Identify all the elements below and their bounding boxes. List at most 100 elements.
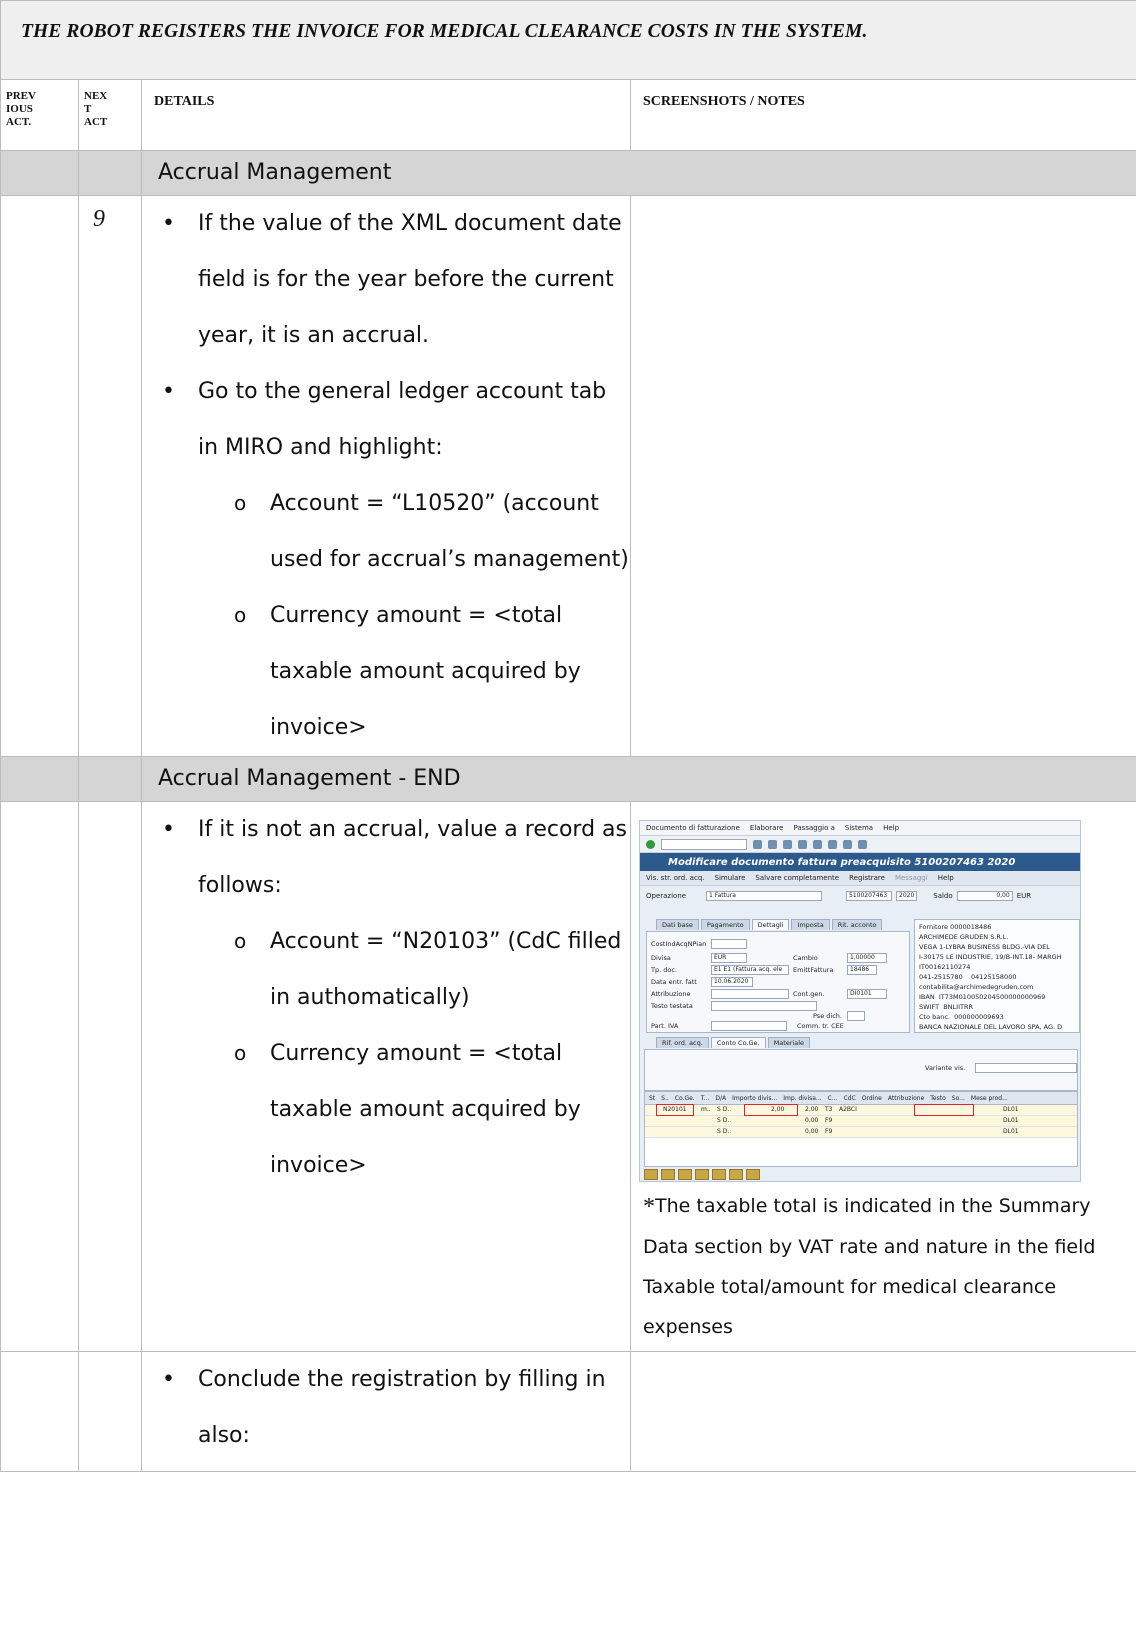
header-next-line-3: Act — [84, 116, 108, 128]
grid-cell: A2BCI — [839, 1106, 857, 1113]
bullet-accrual-condition: If the value of the XML document date fi… — [162, 196, 630, 364]
sap-label: Data entr. fatt — [651, 978, 697, 986]
grid-cell: 0,00 — [805, 1128, 819, 1135]
grid-col: St — [649, 1094, 656, 1102]
sap-field — [975, 1063, 1077, 1073]
sap-label: Cambio — [793, 954, 818, 962]
header-notes-label: Screenshots / Notes — [643, 94, 805, 109]
sap-label: Variante vis. — [925, 1064, 966, 1072]
grid-tool-icon — [695, 1169, 709, 1180]
sap-tab: Dettagli — [751, 919, 790, 930]
step-row-conclude: Conclude the registration by filling in … — [0, 1351, 1136, 1472]
grid-cell: DL01 — [1003, 1128, 1019, 1135]
sap-app-button: Help — [937, 874, 954, 882]
title-row: THE ROBOT REGISTERS THE INVOICE FOR MEDI… — [0, 0, 1136, 80]
header-details: Details — [141, 79, 631, 151]
grid-cell: 2,00 — [805, 1106, 819, 1113]
sap-field: DI0101 — [847, 989, 887, 999]
grid-row: S D.. 0,00 F9 DL01 — [645, 1116, 1077, 1127]
grid-col: D/A — [715, 1094, 727, 1102]
header-prev-line-1: Prev — [6, 90, 36, 102]
find-icon — [828, 839, 837, 849]
grid-cell: F9 — [825, 1128, 833, 1135]
sap-label: Testo testata — [651, 1002, 693, 1010]
sap-field: E1 E1 (Fattura acq. ele — [711, 965, 789, 975]
page-icon — [843, 839, 852, 849]
bullet-not-accrual: If it is not an accrual, value a record … — [162, 802, 630, 1194]
sap-field — [847, 1011, 865, 1021]
section-title-accrual-end: Accrual Management - END — [158, 766, 461, 791]
vendor-line: IT00162110274 — [919, 963, 971, 971]
grid-col: CdC — [843, 1094, 856, 1102]
grid-tool-icon — [661, 1169, 675, 1180]
grid-cell: T3 — [825, 1106, 833, 1113]
grid-tool-icon — [712, 1169, 726, 1180]
document-title: THE ROBOT REGISTERS THE INVOICE FOR MEDI… — [21, 21, 868, 42]
header-notes: Screenshots / Notes — [629, 79, 1136, 151]
sap-app-button: Vis. str. ord. acq. — [646, 874, 705, 882]
sap-tab: Imposta — [791, 919, 830, 930]
vendor-phone: 041-2515780 — [919, 973, 963, 981]
back-icon — [768, 839, 777, 849]
notes-cell-not-accrual: Documento di fatturazione Elaborare Pass… — [629, 801, 1136, 1352]
bullet-conclude: Conclude the registration by filling in … — [162, 1352, 630, 1464]
help-icon — [858, 839, 867, 849]
sap-variant-panel: Variante vis. — [644, 1049, 1078, 1091]
sap-menu-item: Sistema — [844, 824, 874, 832]
header-prev-line-3: Act. — [6, 116, 32, 128]
sap-grid-toolbar — [644, 1169, 760, 1180]
header-row: Prev ious Act. Nex t Act Details Screens… — [0, 79, 1136, 151]
sap-details-panel: CostIndAcqNPian Divisa EUR Cambio 1,0000… — [646, 931, 910, 1033]
bullet-gl-tab: Go to the general ledger account tab in … — [162, 364, 630, 756]
grid-col: Imp. divisa... — [783, 1094, 822, 1102]
sap-label: EmittFattura — [793, 966, 834, 974]
section-title-accrual: Accrual Management — [158, 160, 392, 185]
sap-app-button: Messaggi — [894, 874, 928, 882]
sap-field: 1 Fattura — [706, 891, 822, 901]
vendor-iban-label: IBAN — [919, 993, 935, 1001]
header-prev-line-2: ious — [6, 103, 33, 115]
sap-field: EUR — [711, 953, 747, 963]
sap-tab: Pagamento — [700, 919, 750, 930]
sub-bullet-currency-amount-2: Currency amount = <total taxable amount … — [234, 1025, 630, 1194]
highlight-attribution-box — [914, 1104, 974, 1116]
vendor-swift: BNLIITRR — [943, 1003, 973, 1011]
details-cell-accrual: If the value of the XML document date fi… — [141, 195, 631, 757]
sub-bullet-account-l10520: Account = “L10520” (account used for acc… — [234, 475, 630, 588]
note-text: The taxable total is indicated in the Su… — [643, 1195, 1096, 1338]
sap-label: Pse dich. — [813, 1012, 842, 1020]
sap-label: Part. IVA — [651, 1022, 679, 1030]
vendor-line: VEGA 1-LYBRA BUSINESS BLDG.-VIA DEL — [919, 943, 1050, 951]
step-number: 9 — [93, 206, 105, 232]
step-row-accrual: 9 If the value of the XML document date … — [0, 195, 1136, 757]
sap-label: Tp. doc. — [651, 966, 677, 974]
sap-field: 1,00000 — [847, 953, 887, 963]
grid-col: Testo — [930, 1094, 946, 1102]
sap-label: Divisa — [651, 954, 671, 962]
grid-row: S D.. 0,00 F9 DL01 — [645, 1127, 1077, 1138]
grid-col: So... — [951, 1094, 965, 1102]
bullet-gl-tab-text: Go to the general ledger account tab in … — [198, 379, 607, 460]
sap-label: CostIndAcqNPian — [651, 940, 707, 948]
details-cell-conclude: Conclude the registration by filling in … — [141, 1351, 631, 1472]
highlight-amount-box — [744, 1104, 798, 1116]
grid-cell: S D.. — [717, 1117, 732, 1124]
grid-col: Co.Ge. — [674, 1094, 695, 1102]
sap-app-button: Salvare completamente — [755, 874, 840, 882]
sap-menu-item: Elaborare — [749, 824, 784, 832]
vendor-cto-label: Cto banc. — [919, 1013, 950, 1021]
sap-field: 10.06.2020 — [711, 977, 753, 987]
sap-header-tabs: Dati base Pagamento Dettagli Imposta Rit… — [656, 919, 883, 930]
sap-label: Saldo — [933, 892, 953, 900]
grid-cell: S D.. — [717, 1128, 732, 1135]
sap-app-button: Simulare — [714, 874, 746, 882]
sap-label: Operazione — [646, 892, 687, 900]
command-field — [661, 838, 747, 850]
grid-col: C... — [827, 1094, 838, 1102]
grid-cell: 0,00 — [805, 1117, 819, 1124]
vendor-swift-label: SWIFT — [919, 1003, 940, 1011]
grid-header: St S.. Co.Ge. T... D/A Importo divis... … — [645, 1092, 1077, 1105]
step-number-cell: 9 — [78, 195, 142, 757]
highlight-account-box — [656, 1104, 694, 1116]
enter-icon — [646, 839, 655, 849]
